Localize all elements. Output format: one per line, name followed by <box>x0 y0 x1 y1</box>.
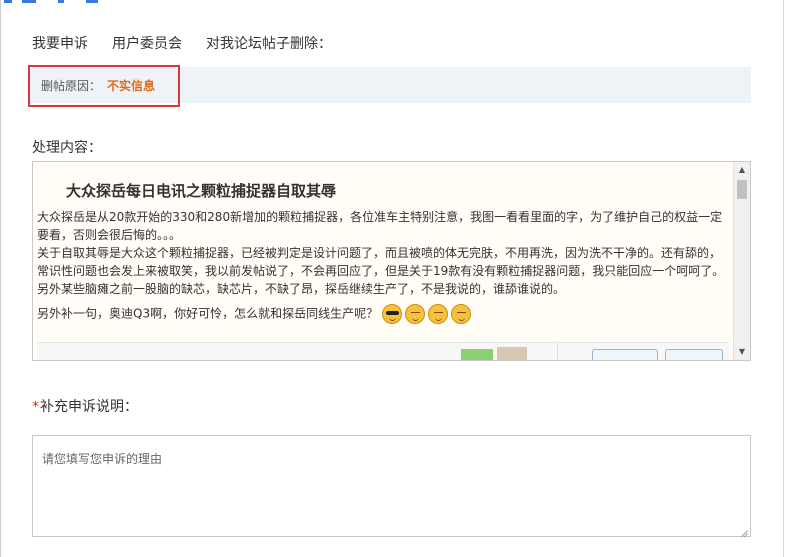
window-left-border <box>0 0 1 557</box>
scroll-thumb[interactable] <box>737 180 747 199</box>
resize-grip-icon[interactable] <box>740 526 748 534</box>
post-paragraph: 另外补一句，奥迪Q3啊，你好可怜，怎么就和探岳同线生产呢？ <box>37 304 729 324</box>
breadcrumb-appeal[interactable]: 我要申诉 <box>32 33 88 53</box>
post-paragraph: 关于自取其辱是大众这个颗粒捕捉器，已经被判定是设计问题了，而且被喷的体无完肤，不… <box>37 246 725 296</box>
smirk-emoji-icon <box>428 304 449 324</box>
deletion-reason: 删帖原因： 不实信息 <box>41 77 155 94</box>
embedded-green-block <box>461 349 493 360</box>
processing-content-label: 处理内容： <box>32 140 102 156</box>
breadcrumb: 我要申诉 用户委员会 对我论坛帖子删除： <box>32 33 356 53</box>
deletion-reason-label: 删帖原因： <box>41 79 102 93</box>
content-scrollbar[interactable]: ▲ ▼ <box>733 162 750 360</box>
processed-post-frame[interactable]: 大众探岳每日电讯之颗粒捕捉器自取其辱 大众探岳是从20款开始的330和280新增… <box>32 161 751 361</box>
embedded-image-strip <box>37 342 729 360</box>
post-title: 大众探岳每日电讯之颗粒捕捉器自取其辱 <box>66 182 337 200</box>
scroll-up-arrow-icon[interactable]: ▲ <box>734 162 750 178</box>
deletion-reason-value: 不实信息 <box>107 79 156 93</box>
embedded-button-shape <box>592 349 658 360</box>
appeal-reason-textarea[interactable]: 请您填写您申诉的理由 <box>32 435 751 537</box>
embedded-thumbnail <box>497 347 527 360</box>
supplementary-explanation-label: *补充申诉说明： <box>32 396 138 416</box>
window-right-border <box>783 0 784 557</box>
top-decoration <box>0 0 200 4</box>
required-asterisk: * <box>32 399 39 415</box>
textarea-placeholder: 请您填写您申诉的理由 <box>42 452 163 466</box>
post-body: 大众探岳是从20款开始的330和280新增加的颗粒捕捉器，各位准车主特别注意，我… <box>37 208 729 324</box>
post-last-line: 另外补一句，奥迪Q3啊，你好可怜，怎么就和探岳同线生产呢？ <box>37 306 379 321</box>
supplementary-label-text: 补充申诉说明： <box>40 399 138 415</box>
smirk-emoji-icon <box>451 304 472 324</box>
breadcrumb-post-deletion: 对我论坛帖子删除： <box>206 36 332 52</box>
post-paragraph: 大众探岳是从20款开始的330和280新增加的颗粒捕捉器，各位准车主特别注意，我… <box>37 210 723 242</box>
breadcrumb-user-committee[interactable]: 用户委员会 <box>112 33 182 53</box>
embedded-button-shape <box>665 349 723 360</box>
embedded-divider <box>557 343 558 360</box>
scroll-down-arrow-icon[interactable]: ▼ <box>734 344 750 360</box>
emoji-row <box>382 304 474 324</box>
sunglasses-emoji-icon <box>382 304 403 324</box>
smirk-emoji-icon <box>405 304 426 324</box>
post-content: 大众探岳每日电讯之颗粒捕捉器自取其辱 大众探岳是从20款开始的330和280新增… <box>33 162 733 360</box>
